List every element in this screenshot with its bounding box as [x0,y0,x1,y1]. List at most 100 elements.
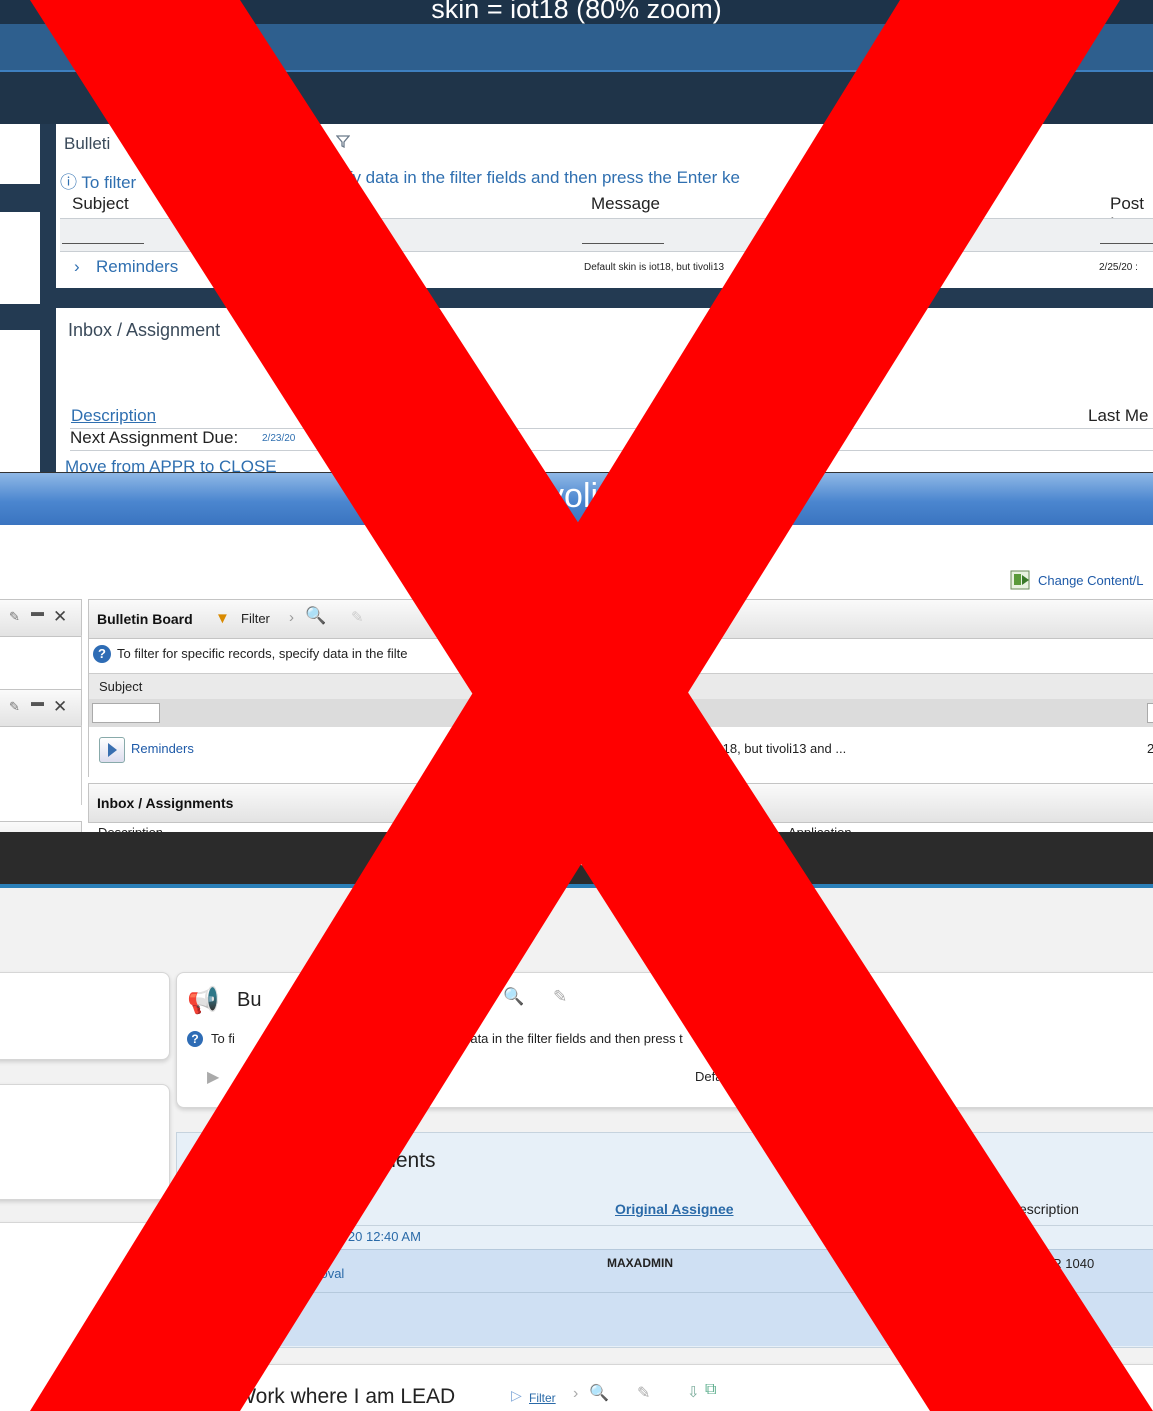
row-assignee: MAXADMIN [607,1256,673,1270]
left-portlet-header: ✎ ▬ ✕ [0,689,82,727]
subject-filter-input[interactable] [62,243,144,244]
banner-title: ivo [552,836,596,874]
inbox-header: Inbox / Assignments [88,783,1153,823]
minimize-icon[interactable]: ▬ [31,694,44,709]
row-message: Defa [695,1069,723,1084]
post-filter-input[interactable] [1100,243,1153,244]
filter-icon[interactable]: ▼ [215,610,230,627]
filter-link[interactable]: Filter [241,611,270,626]
next-due-value: 2/23/20 [262,433,296,444]
subject-filter-input[interactable] [92,703,160,723]
row-message: Default skin is iot18, but tivoli13 [584,262,725,273]
bulletin-title: Bu [237,989,262,1011]
close-icon[interactable]: ✕ [53,607,67,627]
col-description[interactable]: escription [1019,1201,1079,1217]
banner-title: Tivoli [520,477,599,515]
clear-icon[interactable]: ✎ [637,1383,650,1403]
inbox-title: Inbox / Assignment [68,320,221,340]
new-window-icon[interactable]: ⧉ [705,1381,716,1399]
filter-hint: ⓘ To filter [60,173,137,192]
due-value: 3/24/20 12:40 AM [319,1229,421,1244]
post-filter-input[interactable] [1147,703,1153,723]
skin-label: skin = iot18 (80% zoom) [431,0,722,24]
col-description[interactable]: Description [71,406,156,426]
help-icon: ? [187,1031,203,1047]
close-icon[interactable]: ✕ [53,697,67,717]
tivoli13-skin-screenshot: Tivoli Change Content/L ✎ ▬ ✕ ✎ ▬ ✕ Bull… [0,472,1153,833]
iot18-skin-screenshot: skin = iot18 (80% zoom) Bulleti ⓘ To fil… [0,0,1153,472]
assignment-row[interactable]: Approval MAXADMIN D, PR 1040 [177,1249,1153,1346]
megaphone-icon: 📢 [187,985,220,1015]
bulletin-board-panel: Bulleti ⓘ To filter ecify data in the fi… [56,124,1153,288]
bulletin-body: ? To filter for specific records, specif… [88,637,1153,777]
row-description: D, PR 1040 [1027,1256,1095,1271]
divider [70,450,1153,451]
col-subject[interactable]: Subject [99,679,142,694]
col-last-me[interactable]: Last Me [1088,406,1148,426]
filter-hint-cont: y data in the filter fields and then pre… [453,1031,683,1046]
row-message: t18, but tivoli13 and ... [719,741,847,756]
row-process[interactable]: Approval [293,1266,344,1281]
bulletin-title: Bulletin Board [97,611,193,627]
search-icon[interactable]: 🔍 [589,1383,609,1403]
left-portlet-body [0,725,82,805]
side-panel [0,330,40,472]
edit-icon[interactable]: ✎ [9,699,20,715]
row-post-date: 2/25/20 : [1099,262,1138,273]
chevron-right-icon: › [573,1385,579,1402]
minimize-icon[interactable]: ▬ [31,604,44,619]
row-post-date: 2 [1147,741,1153,756]
app-header-band [0,24,1153,72]
col-message[interactable]: Message [591,194,660,214]
filter-row [89,699,1153,727]
inbox-title: gnments [355,1149,436,1172]
clear-icon[interactable]: ✎ [351,608,364,626]
left-card [0,1222,170,1411]
due-label: ue: [295,1229,314,1244]
divider [177,1225,1153,1226]
left-card [0,1084,170,1200]
assignment-row-link[interactable]: Move from APPR to CLOSE [65,457,277,472]
left-portlet-header: ✎ ▬ ✕ [0,599,82,637]
search-icon[interactable]: 🔍 [503,987,524,1007]
open-work-title: en Work where I am LEAD [207,1385,456,1408]
inbox-assignments-panel: Inbox / Assignment Description Last Me N… [56,308,1153,472]
download-icon[interactable]: ⇩ [687,1383,700,1401]
expand-row-icon[interactable]: ▶ [207,1067,219,1087]
bulletin-title: Bulleti [64,134,111,153]
expand-row-button[interactable] [99,737,125,763]
row-subject-reminders[interactable]: Reminders [131,741,194,756]
filter-icon[interactable]: ▷ [511,1387,522,1404]
row-subject-reminders[interactable]: Reminders [96,257,178,277]
filter-hint: To filter for specific records, specify … [117,646,408,661]
toolbar-band [0,72,1153,124]
col-subject[interactable]: Subject [72,194,129,214]
divider [177,1292,1153,1293]
chevron-right-icon: › [483,989,489,1008]
left-card [0,972,170,1060]
search-icon[interactable]: 🔍 [305,606,326,626]
inbox-card: gnments Original Assignee escription ue:… [176,1132,1153,1348]
chevron-right-icon: › [289,609,294,626]
inbox-title: Inbox / Assignments [97,795,234,811]
open-work-card: en Work where I am LEAD ▷ Filter › 🔍 ✎ ⇩… [176,1364,1153,1411]
filter-icon[interactable] [335,134,351,149]
bulletin-board-header: Bulletin Board ▼ Filter › 🔍 ✎ [88,599,1153,639]
message-filter-input[interactable] [582,243,664,244]
change-content-link[interactable]: Change Content/L [1038,573,1144,588]
left-portlet-body [0,635,82,689]
column-header-row: Subject [89,673,1153,700]
filter-row [60,218,1153,252]
bulletin-card: 📢 Bu › 🔍 ✎ ? To fi y data in the filter … [176,972,1153,1108]
side-panel [0,212,40,304]
help-icon: ? [93,645,111,663]
expand-chevron-icon[interactable]: › [74,257,80,277]
side-panel [0,124,40,184]
tivoli09-skin-screenshot: ivo 📢 Bu › 🔍 ✎ ? To fi y data in the fil… [0,832,1153,1411]
edit-icon[interactable]: ✎ [9,609,20,625]
filter-link[interactable]: Filter [529,1391,556,1405]
change-content-icon[interactable] [1010,569,1032,591]
col-original-assignee[interactable]: Original Assignee [615,1201,734,1217]
next-due-label: Next Assignment Due: [70,428,239,447]
clear-icon[interactable]: ✎ [553,987,567,1007]
